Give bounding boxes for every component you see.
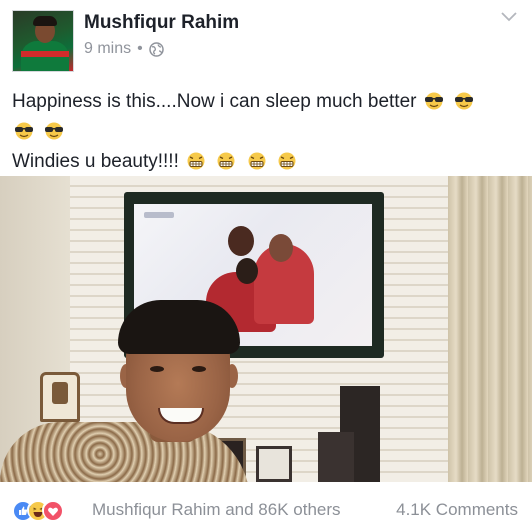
sunglasses-emoji-icon bbox=[12, 121, 36, 148]
grimacing-emoji-icon bbox=[245, 151, 269, 178]
author-avatar[interactable] bbox=[12, 10, 74, 72]
chevron-down-icon[interactable] bbox=[500, 10, 518, 24]
curtain bbox=[448, 176, 532, 482]
grimacing-emoji-icon bbox=[214, 151, 238, 178]
post-header: Mushfiqur Rahim 9 mins • bbox=[0, 0, 532, 76]
post-meta: 9 mins • bbox=[84, 40, 164, 58]
post-text-line-2 bbox=[12, 118, 522, 148]
post-text-line-1: Happiness is this....Now i can sleep muc… bbox=[12, 88, 522, 118]
post-timestamp[interactable]: 9 mins bbox=[84, 40, 131, 58]
sunglasses-emoji-icon bbox=[42, 121, 66, 148]
sunglasses-emoji-icon bbox=[452, 91, 476, 118]
reaction-icons[interactable] bbox=[12, 499, 62, 521]
meta-separator: • bbox=[137, 40, 143, 57]
photo-frame bbox=[256, 446, 292, 482]
post-text: Happiness is this....Now i can sleep muc… bbox=[12, 88, 522, 178]
post-text-line-3: Windies u beauty!!!! bbox=[12, 148, 522, 178]
reactions-summary[interactable]: Mushfiqur Rahim and 86K others bbox=[92, 500, 341, 520]
author-name[interactable]: Mushfiqur Rahim bbox=[84, 12, 239, 34]
love-icon bbox=[42, 500, 62, 520]
sunglasses-emoji-icon bbox=[422, 91, 446, 118]
post-footer: Mushfiqur Rahim and 86K others 4.1K Comm… bbox=[0, 482, 532, 531]
grimacing-emoji-icon bbox=[184, 151, 208, 178]
post-photo[interactable] bbox=[0, 176, 532, 482]
grimacing-emoji-icon bbox=[275, 151, 299, 178]
comments-count[interactable]: 4.1K Comments bbox=[396, 500, 518, 520]
facebook-post: Mushfiqur Rahim 9 mins • Happiness is th… bbox=[0, 0, 532, 531]
globe-icon bbox=[148, 41, 164, 57]
